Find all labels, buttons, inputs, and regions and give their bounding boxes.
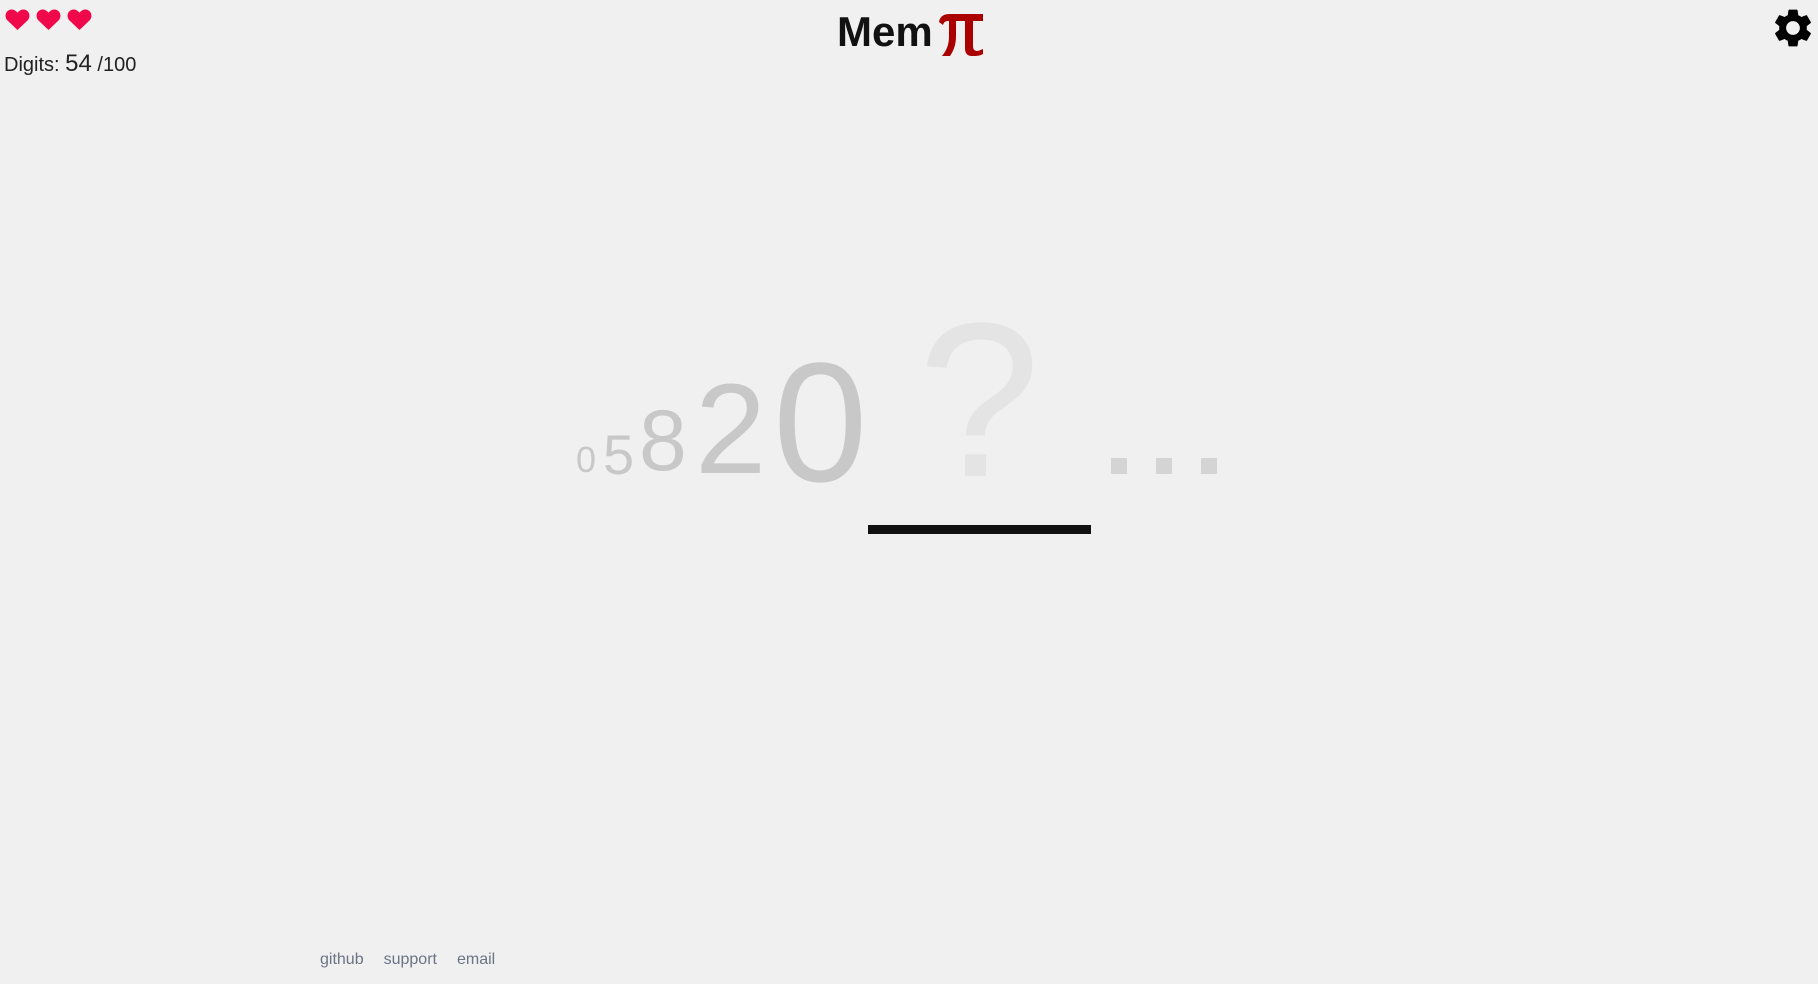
previous-digit: 0	[773, 328, 868, 518]
digit-input[interactable]	[868, 525, 1091, 534]
lives-display	[5, 8, 92, 31]
logo: Mem	[837, 6, 986, 56]
logo-text: Mem	[837, 8, 933, 55]
previous-digit: 8	[639, 393, 687, 489]
heart-icon	[67, 8, 92, 31]
gear-icon	[1775, 9, 1811, 47]
email-link[interactable]: email	[457, 951, 495, 969]
upcoming-dot	[1156, 458, 1172, 474]
footer: github support email	[320, 951, 495, 969]
next-digit-prompt: ?	[918, 277, 1041, 523]
digits-label: Digits:	[4, 54, 60, 76]
settings-button[interactable]	[1770, 5, 1816, 51]
previous-digit: 5	[603, 423, 635, 486]
digits-count: 54	[65, 50, 92, 77]
pi-icon	[938, 14, 983, 56]
previous-digit: 0	[576, 439, 597, 480]
upcoming-dot	[1111, 458, 1127, 474]
digit-stream: 0 5 8 2 0 ?	[0, 0, 1818, 984]
digits-total: /100	[97, 54, 137, 76]
digits-counter: Digits: 54 /100	[4, 50, 136, 78]
upcoming-dot	[1201, 458, 1217, 474]
heart-icon	[36, 8, 61, 31]
previous-digit: 2	[695, 358, 767, 501]
github-link[interactable]: github	[320, 951, 364, 969]
support-link[interactable]: support	[384, 951, 437, 969]
heart-icon	[5, 8, 30, 31]
